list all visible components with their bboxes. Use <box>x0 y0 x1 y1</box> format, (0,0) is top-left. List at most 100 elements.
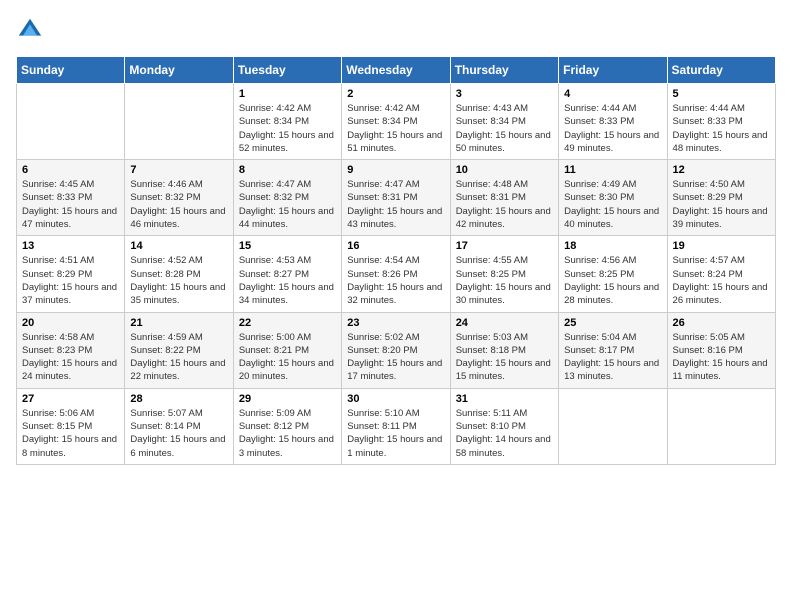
calendar-cell: 20 Sunrise: 4:58 AM Sunset: 8:23 PM Dayli… <box>17 312 125 388</box>
day-info: Sunrise: 4:48 AM Sunset: 8:31 PM Dayligh… <box>456 178 553 231</box>
day-info: Sunrise: 4:56 AM Sunset: 8:25 PM Dayligh… <box>564 254 661 307</box>
day-info: Sunrise: 4:42 AM Sunset: 8:34 PM Dayligh… <box>347 102 444 155</box>
day-number: 21 <box>130 317 227 329</box>
calendar-cell: 12 Sunrise: 4:50 AM Sunset: 8:29 PM Dayli… <box>667 160 775 236</box>
calendar-cell: 7Sunrise: 4:46 AM Sunset: 8:32 PM Daylig… <box>125 160 233 236</box>
calendar-body: 1 Sunrise: 4:42 AM Sunset: 8:34 PM Daylig… <box>17 84 776 465</box>
day-info: Sunrise: 4:50 AM Sunset: 8:29 PM Dayligh… <box>673 178 770 231</box>
day-number: 22 <box>239 317 336 329</box>
day-number: 20 <box>22 317 119 329</box>
calendar-cell: 2 Sunrise: 4:42 AM Sunset: 8:34 PM Daylig… <box>342 84 450 160</box>
weekday-header: Friday <box>559 57 667 84</box>
calendar-week-row: 20 Sunrise: 4:58 AM Sunset: 8:23 PM Dayli… <box>17 312 776 388</box>
day-info: Sunrise: 5:10 AM Sunset: 8:11 PM Dayligh… <box>347 407 444 460</box>
day-number: 9 <box>347 164 444 176</box>
calendar-cell: 26 Sunrise: 5:05 AM Sunset: 8:16 PM Dayli… <box>667 312 775 388</box>
day-info: Sunrise: 5:00 AM Sunset: 8:21 PM Dayligh… <box>239 331 336 384</box>
logo <box>16 16 48 44</box>
calendar-cell: 5 Sunrise: 4:44 AM Sunset: 8:33 PM Daylig… <box>667 84 775 160</box>
weekday-header: Sunday <box>17 57 125 84</box>
day-info: Sunrise: 5:04 AM Sunset: 8:17 PM Dayligh… <box>564 331 661 384</box>
calendar-cell: 10 Sunrise: 4:48 AM Sunset: 8:31 PM Dayli… <box>450 160 558 236</box>
day-info: Sunrise: 4:52 AM Sunset: 8:28 PM Dayligh… <box>130 254 227 307</box>
weekday-header: Wednesday <box>342 57 450 84</box>
calendar-cell: 11 Sunrise: 4:49 AM Sunset: 8:30 PM Dayli… <box>559 160 667 236</box>
day-number: 3 <box>456 88 553 100</box>
weekday-header: Monday <box>125 57 233 84</box>
day-number: 26 <box>673 317 770 329</box>
day-number: 16 <box>347 240 444 252</box>
calendar-cell: 31 Sunrise: 5:11 AM Sunset: 8:10 PM Dayli… <box>450 388 558 464</box>
day-number: 31 <box>456 393 553 405</box>
day-info: Sunrise: 4:53 AM Sunset: 8:27 PM Dayligh… <box>239 254 336 307</box>
calendar-cell: 19 Sunrise: 4:57 AM Sunset: 8:24 PM Dayli… <box>667 236 775 312</box>
day-number: 28 <box>130 393 227 405</box>
day-number: 14 <box>130 240 227 252</box>
calendar-cell: 3 Sunrise: 4:43 AM Sunset: 8:34 PM Daylig… <box>450 84 558 160</box>
calendar-cell: 27Sunrise: 5:06 AM Sunset: 8:15 PM Dayli… <box>17 388 125 464</box>
calendar-cell <box>559 388 667 464</box>
day-info: Sunrise: 4:54 AM Sunset: 8:26 PM Dayligh… <box>347 254 444 307</box>
calendar-week-row: 13Sunrise: 4:51 AM Sunset: 8:29 PM Dayli… <box>17 236 776 312</box>
day-info: Sunrise: 4:45 AM Sunset: 8:33 PM Dayligh… <box>22 178 119 231</box>
day-number: 7 <box>130 164 227 176</box>
day-info: Sunrise: 4:47 AM Sunset: 8:32 PM Dayligh… <box>239 178 336 231</box>
day-number: 24 <box>456 317 553 329</box>
day-number: 15 <box>239 240 336 252</box>
calendar-cell: 6 Sunrise: 4:45 AM Sunset: 8:33 PM Daylig… <box>17 160 125 236</box>
day-number: 19 <box>673 240 770 252</box>
day-info: Sunrise: 5:03 AM Sunset: 8:18 PM Dayligh… <box>456 331 553 384</box>
day-number: 2 <box>347 88 444 100</box>
day-info: Sunrise: 5:02 AM Sunset: 8:20 PM Dayligh… <box>347 331 444 384</box>
calendar-cell <box>17 84 125 160</box>
calendar-cell <box>125 84 233 160</box>
day-info: Sunrise: 5:09 AM Sunset: 8:12 PM Dayligh… <box>239 407 336 460</box>
day-number: 5 <box>673 88 770 100</box>
calendar-cell: 24 Sunrise: 5:03 AM Sunset: 8:18 PM Dayli… <box>450 312 558 388</box>
day-info: Sunrise: 5:07 AM Sunset: 8:14 PM Dayligh… <box>130 407 227 460</box>
calendar-cell <box>667 388 775 464</box>
day-number: 1 <box>239 88 336 100</box>
calendar: SundayMondayTuesdayWednesdayThursdayFrid… <box>16 56 776 465</box>
calendar-week-row: 6 Sunrise: 4:45 AM Sunset: 8:33 PM Daylig… <box>17 160 776 236</box>
day-number: 8 <box>239 164 336 176</box>
day-number: 29 <box>239 393 336 405</box>
calendar-cell: 13Sunrise: 4:51 AM Sunset: 8:29 PM Dayli… <box>17 236 125 312</box>
page-header <box>16 16 776 44</box>
logo-icon <box>16 16 44 44</box>
day-info: Sunrise: 4:43 AM Sunset: 8:34 PM Dayligh… <box>456 102 553 155</box>
day-info: Sunrise: 5:11 AM Sunset: 8:10 PM Dayligh… <box>456 407 553 460</box>
day-info: Sunrise: 4:58 AM Sunset: 8:23 PM Dayligh… <box>22 331 119 384</box>
day-number: 17 <box>456 240 553 252</box>
calendar-cell: 4Sunrise: 4:44 AM Sunset: 8:33 PM Daylig… <box>559 84 667 160</box>
calendar-cell: 18Sunrise: 4:56 AM Sunset: 8:25 PM Dayli… <box>559 236 667 312</box>
day-number: 4 <box>564 88 661 100</box>
calendar-week-row: 1 Sunrise: 4:42 AM Sunset: 8:34 PM Daylig… <box>17 84 776 160</box>
day-info: Sunrise: 5:05 AM Sunset: 8:16 PM Dayligh… <box>673 331 770 384</box>
calendar-cell: 30 Sunrise: 5:10 AM Sunset: 8:11 PM Dayli… <box>342 388 450 464</box>
day-number: 12 <box>673 164 770 176</box>
day-number: 6 <box>22 164 119 176</box>
calendar-cell: 22 Sunrise: 5:00 AM Sunset: 8:21 PM Dayli… <box>233 312 341 388</box>
calendar-week-row: 27Sunrise: 5:06 AM Sunset: 8:15 PM Dayli… <box>17 388 776 464</box>
day-info: Sunrise: 4:57 AM Sunset: 8:24 PM Dayligh… <box>673 254 770 307</box>
day-number: 27 <box>22 393 119 405</box>
calendar-header: SundayMondayTuesdayWednesdayThursdayFrid… <box>17 57 776 84</box>
day-number: 11 <box>564 164 661 176</box>
day-info: Sunrise: 4:44 AM Sunset: 8:33 PM Dayligh… <box>673 102 770 155</box>
day-number: 23 <box>347 317 444 329</box>
calendar-cell: 29 Sunrise: 5:09 AM Sunset: 8:12 PM Dayli… <box>233 388 341 464</box>
calendar-cell: 28 Sunrise: 5:07 AM Sunset: 8:14 PM Dayli… <box>125 388 233 464</box>
calendar-cell: 16 Sunrise: 4:54 AM Sunset: 8:26 PM Dayli… <box>342 236 450 312</box>
day-number: 10 <box>456 164 553 176</box>
day-info: Sunrise: 4:49 AM Sunset: 8:30 PM Dayligh… <box>564 178 661 231</box>
calendar-cell: 23 Sunrise: 5:02 AM Sunset: 8:20 PM Dayli… <box>342 312 450 388</box>
calendar-cell: 14 Sunrise: 4:52 AM Sunset: 8:28 PM Dayli… <box>125 236 233 312</box>
day-info: Sunrise: 4:59 AM Sunset: 8:22 PM Dayligh… <box>130 331 227 384</box>
calendar-cell: 15 Sunrise: 4:53 AM Sunset: 8:27 PM Dayli… <box>233 236 341 312</box>
weekday-header: Saturday <box>667 57 775 84</box>
weekday-header: Thursday <box>450 57 558 84</box>
calendar-cell: 17Sunrise: 4:55 AM Sunset: 8:25 PM Dayli… <box>450 236 558 312</box>
calendar-cell: 8 Sunrise: 4:47 AM Sunset: 8:32 PM Daylig… <box>233 160 341 236</box>
day-number: 30 <box>347 393 444 405</box>
